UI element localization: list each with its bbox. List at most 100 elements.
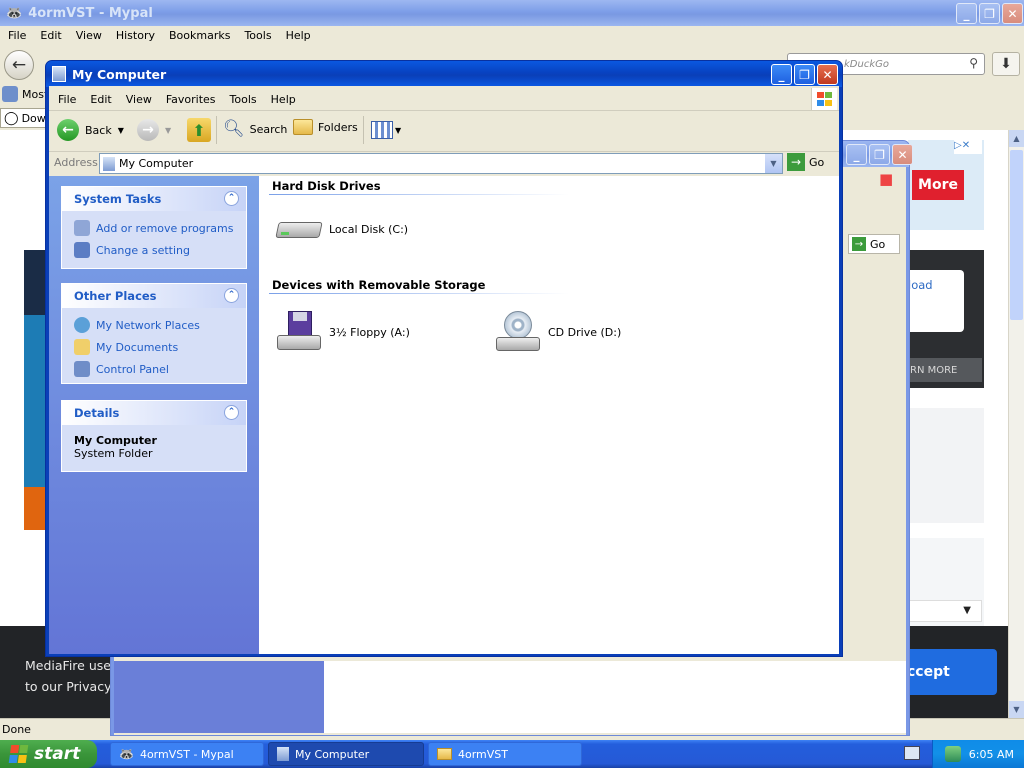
minimize-button[interactable]: _ xyxy=(771,64,792,85)
taskbar-button-label: 4ormVST - Mypal xyxy=(139,747,234,761)
browser-titlebar: 🦝 4ormVST - Mypal xyxy=(0,0,1024,26)
more-button[interactable]: More xyxy=(912,170,964,200)
folder-maximize-button[interactable]: ❐ xyxy=(869,144,890,165)
back-dropdown-icon[interactable]: ▼ xyxy=(118,126,124,135)
menubar: File Edit View Favorites Tools Help xyxy=(58,93,310,106)
my-documents-link[interactable]: My Documents xyxy=(62,336,246,358)
my-computer-titlebar[interactable]: My Computer xyxy=(46,61,842,87)
collapse-chevron-icon[interactable]: ⌃ xyxy=(224,191,239,206)
cd-drive-icon xyxy=(494,309,542,355)
learn-more-button[interactable]: RN MORE xyxy=(908,358,982,382)
search-button[interactable]: 🔍︎ Search xyxy=(223,119,287,139)
dropdown-caret-icon: ▼ xyxy=(963,605,971,616)
local-disk-c[interactable]: Local Disk (C:) xyxy=(275,214,408,244)
tab-label: Dow xyxy=(21,111,46,125)
scroll-up-icon[interactable]: ▲ xyxy=(1009,130,1024,147)
search-icon[interactable]: ⚲ xyxy=(969,56,978,70)
scroll-down-icon[interactable]: ▼ xyxy=(1009,701,1024,718)
browser-menu-help[interactable]: Help xyxy=(286,29,311,42)
page-grey-card xyxy=(908,408,984,523)
browser-menu-bookmarks[interactable]: Bookmarks xyxy=(169,29,230,42)
upload-box[interactable]: load xyxy=(908,270,964,332)
collapse-chevron-icon[interactable]: ⌃ xyxy=(224,405,239,420)
bookmark-most-visited[interactable]: Most xyxy=(2,86,48,102)
folder-go-button[interactable]: → Go xyxy=(848,234,900,254)
address-bar[interactable]: My Computer ▼ xyxy=(99,153,783,174)
keyboard-icon[interactable] xyxy=(904,746,920,760)
accept-button[interactable]: ccept xyxy=(905,649,997,695)
window-title: My Computer xyxy=(72,66,167,82)
add-remove-programs-link[interactable]: Add or remove programs xyxy=(62,217,246,239)
browser-title: 4ormVST - Mypal xyxy=(28,5,153,21)
control-setting-icon xyxy=(74,242,90,258)
control-panel-link[interactable]: Control Panel xyxy=(62,358,246,380)
search-magnifier-icon: 🔍︎ xyxy=(223,119,245,139)
maximize-button[interactable]: ❐ xyxy=(794,64,815,85)
scroll-thumb[interactable] xyxy=(1010,150,1023,320)
page-dark-band xyxy=(24,250,46,315)
go-arrow-icon: → xyxy=(852,237,866,251)
browser-close-button[interactable]: ✕ xyxy=(1002,3,1023,24)
system-tasks-header[interactable]: System Tasks ⌃ xyxy=(62,187,246,211)
taskbar-button-4ormvst-folder[interactable]: 4ormVST xyxy=(428,742,582,766)
page-dropdown[interactable]: ▼ xyxy=(908,600,982,622)
back-button[interactable]: ← Back ▼ xyxy=(57,119,124,141)
details-header[interactable]: Details ⌃ xyxy=(62,401,246,425)
folders-button[interactable]: Folders xyxy=(293,119,358,135)
views-icon xyxy=(371,121,393,139)
page-ad-area: More ▷✕ xyxy=(908,140,984,230)
forward-button[interactable]: → ▼ xyxy=(137,119,171,141)
taskbar-button-mypal[interactable]: 🦝 4ormVST - Mypal xyxy=(110,742,264,766)
group-removable-storage: Devices with Removable Storage xyxy=(272,278,486,292)
views-dropdown-icon[interactable]: ▼ xyxy=(395,126,401,135)
menu-tools[interactable]: Tools xyxy=(230,93,257,106)
menu-help[interactable]: Help xyxy=(271,93,296,106)
change-setting-link[interactable]: Change a setting xyxy=(62,239,246,261)
cookie-text-line1: MediaFire uses xyxy=(25,658,118,673)
floppy-drive-a[interactable]: 3½ Floppy (A:) xyxy=(275,309,410,355)
browser-app-icon: 🦝 xyxy=(6,5,23,21)
address-label: Address xyxy=(54,156,98,169)
details-type: System Folder xyxy=(74,447,153,460)
up-folder-icon[interactable]: ⬆ xyxy=(187,118,211,142)
cookie-text: MediaFire uses to our Privacy I xyxy=(25,655,119,697)
page-select-card: ▼ xyxy=(908,538,984,628)
page-upload-card: load RN MORE xyxy=(908,250,984,388)
other-places-header[interactable]: Other Places ⌃ xyxy=(62,284,246,308)
menu-view[interactable]: View xyxy=(126,93,152,106)
address-computer-icon xyxy=(103,156,115,171)
browser-menu-tools[interactable]: Tools xyxy=(244,29,271,42)
close-button[interactable]: ✕ xyxy=(817,64,838,85)
start-button[interactable]: start xyxy=(0,740,97,768)
my-network-places-link[interactable]: My Network Places xyxy=(62,314,246,336)
forward-dropdown-icon[interactable]: ▼ xyxy=(165,126,171,135)
go-button[interactable]: → Go xyxy=(787,153,824,171)
browser-scrollbar[interactable]: ▲ ▼ xyxy=(1008,130,1024,718)
network-tray-icon[interactable] xyxy=(944,746,961,762)
status-text: Done xyxy=(2,723,31,736)
computer-icon xyxy=(52,66,66,82)
cd-drive-d[interactable]: CD Drive (D:) xyxy=(494,309,621,355)
my-documents-icon xyxy=(74,339,90,355)
menu-favorites[interactable]: Favorites xyxy=(166,93,216,106)
folder-close-button[interactable]: ✕ xyxy=(892,144,913,165)
search-placeholder: kDuckGo xyxy=(844,58,889,70)
views-button[interactable]: ▼ xyxy=(371,121,401,139)
browser-menu-edit[interactable]: Edit xyxy=(40,29,61,42)
browser-menu-history[interactable]: History xyxy=(116,29,155,42)
go-arrow-icon: → xyxy=(787,153,805,171)
browser-menu-view[interactable]: View xyxy=(76,29,102,42)
browser-menu-file[interactable]: File xyxy=(8,29,26,42)
browser-back-button[interactable]: ← xyxy=(4,50,34,80)
menu-edit[interactable]: Edit xyxy=(90,93,111,106)
browser-minimize-button[interactable]: _ xyxy=(956,3,977,24)
menu-file[interactable]: File xyxy=(58,93,76,106)
browser-tab[interactable]: ◯ Dow xyxy=(0,108,46,128)
taskbar-button-my-computer[interactable]: My Computer xyxy=(268,742,424,766)
ad-choices-icon[interactable]: ▷✕ xyxy=(954,140,982,154)
download-button[interactable]: ⬇ xyxy=(992,52,1020,76)
folder-minimize-button[interactable]: _ xyxy=(846,144,867,165)
address-dropdown-icon[interactable]: ▼ xyxy=(765,154,782,173)
collapse-chevron-icon[interactable]: ⌃ xyxy=(224,288,239,303)
browser-maximize-button[interactable]: ❐ xyxy=(979,3,1000,24)
